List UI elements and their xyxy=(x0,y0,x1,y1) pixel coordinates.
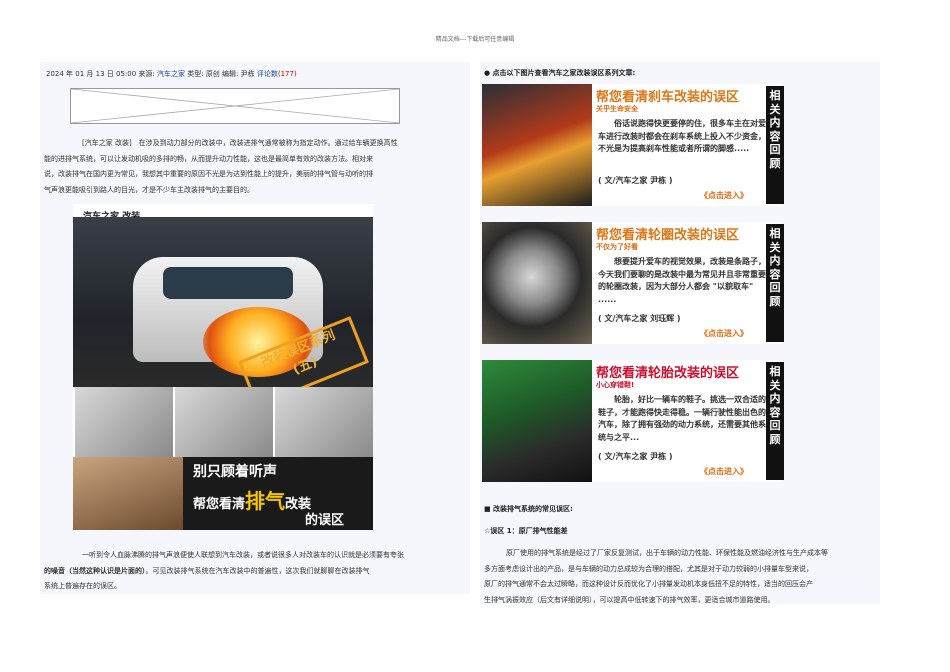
related-review-label-2: 相关内容回顾 xyxy=(766,224,784,342)
intro-line-4: 气声浪更能吸引到路人的目光，才是不少车主改装排气的主要目的。 xyxy=(44,185,254,194)
comments-link[interactable]: 评论数 xyxy=(257,70,278,78)
image-placeholder-icon xyxy=(70,88,400,124)
banner-caption-line-2: 帮您看清排气改装 xyxy=(193,489,312,513)
muffler-photo xyxy=(273,387,373,457)
related-review-label-3: 相关内容回顾 xyxy=(766,362,784,480)
banner-caption-line-3: 的误区 xyxy=(305,513,345,528)
related-review-label-1: 相关内容回顾 xyxy=(766,86,784,204)
publish-datetime: 2024 年 01 月 13 日 05:00 xyxy=(46,70,137,78)
intro-line-2: 能的进排气系统，可以让发动机吸的多排的畅，从而提升动力性能，这也是最简单有效的改… xyxy=(44,154,373,163)
series-card-tires[interactable]: 帮您看清轮胎改装的误区 小心穿错鞋! 轮胎，好比一辆车的鞋子。挑选一双合适的鞋子… xyxy=(482,360,782,482)
comment-count[interactable]: (177) xyxy=(278,70,297,78)
card-body: 想要提升爱车的视觉效果，改装是条路子，今天我们要聊的是改装中最为常见并且非常重要… xyxy=(598,257,766,304)
source-label: 来源: xyxy=(138,70,155,78)
header-pipe-photo xyxy=(73,387,173,457)
tire-thumbnail xyxy=(482,360,592,482)
card-enter-link[interactable]: 《点击进入》 xyxy=(700,328,748,339)
outro-line-2: 的噪音（当然这种认识是片面的）。可见改装排气系统在汽车改装中的普遍性，这次我们就… xyxy=(44,566,370,575)
section-title: ■ 改装排气系统的常见误区: xyxy=(484,505,573,513)
card-body: 俗话说跑得快更要停的住，很多车主在对爱车进行改装时都会在刹车系统上投入不少资金，… xyxy=(598,119,766,153)
intro-line-1: [汽车之家 改装] 在涉及到动力部分的改装中，改装进排气通常被称为指定动作。通过… xyxy=(82,139,398,147)
editor-name: 尹栋 xyxy=(240,70,255,78)
article-meta: 2024 年 01 月 13 日 05:00 来源: 汽车之家 类型: 原创 编… xyxy=(46,69,297,79)
brake-thumbnail xyxy=(482,84,592,206)
broken-image-placeholder xyxy=(70,88,400,124)
series-heading: ● 点击以下图片查看汽车之家改装误区系列文章: xyxy=(484,69,636,77)
article-right-column: ● 点击以下图片查看汽车之家改装误区系列文章: 帮您看清刹车改装的误区 关乎生命… xyxy=(480,62,880,604)
card-enter-link[interactable]: 《点击进入》 xyxy=(700,190,748,201)
outro-line-1: 一听到令人血脉沸腾的排气声浪便使人联想到汽车改装，或者说很多人对改装车的认识就是… xyxy=(82,551,404,559)
outro-line-3: 系统上普遍存在的误区。 xyxy=(44,582,121,590)
card-title: 帮您看清刹车改装的误区 xyxy=(596,90,740,105)
series-card-rims[interactable]: 帮您看清轮圈改装的误区 不仅为了好看 想要提升爱车的视觉效果，改装是条路子，今天… xyxy=(482,222,782,344)
race-car-photo: 改装误区系列 (五) xyxy=(73,217,373,408)
source-link[interactable]: 汽车之家 xyxy=(157,70,185,78)
type-value: 原创 xyxy=(205,70,220,78)
article-left-column: 2024 年 01 月 13 日 05:00 来源: 汽车之家 类型: 原创 编… xyxy=(40,62,470,594)
card-title: 帮您看清轮胎改装的误区 xyxy=(596,366,740,381)
card-subtitle: 不仅为了好看 xyxy=(596,243,638,251)
card-author: ( 文/汽车之家 尹栋 ) xyxy=(598,176,673,185)
card-subtitle: 小心穿错鞋! xyxy=(596,381,635,389)
page-header-note: 精品文档---下载后可任意编辑 xyxy=(435,36,515,43)
card-subtitle: 关乎生命安全 xyxy=(596,105,638,113)
card-enter-link[interactable]: 《点击进入》 xyxy=(700,466,748,477)
exhaust-article-banner: 汽车之家 改装 改装误区系列 (五) 别只顾着听声 帮您看清排气改装 的误区 xyxy=(73,204,373,530)
card-author: ( 文/汽车之家 尹栋 ) xyxy=(598,452,673,461)
exhaust-parts-photos xyxy=(73,387,373,457)
type-label: 类型: xyxy=(187,70,204,78)
rim-thumbnail xyxy=(482,222,592,344)
misconception-title: ☆误区 1：原厂排气性能差 xyxy=(484,527,568,535)
exhaust-tip-photo xyxy=(173,387,273,457)
banner-caption-line-1: 别只顾着听声 xyxy=(193,464,277,480)
misconception-para-line-2: 多方面考虑设计出的产品，是与车辆的动力总成较为合理的搭配，尤其是对于动力较弱的小… xyxy=(484,564,813,573)
intro-line-3: 说，改装排气在国内更为常见，我想其中重要的原因不光是为达到性能上的提升，美丽的排… xyxy=(44,170,373,178)
series-card-brakes[interactable]: 帮您看清刹车改装的误区 关乎生命安全 俗话说跑得快更要停的住，很多车主在对爱车进… xyxy=(482,84,782,206)
card-author: ( 文/汽车之家 刘珏辉 ) xyxy=(598,314,681,323)
misconception-para-line-1: 原厂使用的排气系统是经过了厂家反复测试，出于车辆的动力性能、环保性能及燃油经济性… xyxy=(506,549,828,557)
misconception-para-line-3: 原厂的排气通常不会太过瞬略，而这种设计反而优化了小排量发动机本身低扭不足的特性，… xyxy=(484,580,813,588)
misconception-para-line-4: 生排气涡振效应（后文有详细说明），可以提高中低转速下的排气效率，更适合城市道路使… xyxy=(484,595,775,604)
banner-caption-area: 别只顾着听声 帮您看清排气改装 的误区 xyxy=(73,457,373,530)
saluting-man-photo xyxy=(73,457,183,530)
card-title: 帮您看清轮圈改装的误区 xyxy=(596,228,740,243)
card-body: 轮胎，好比一辆车的鞋子。挑选一双合适的鞋子，才能跑得快走得稳。一辆行驶性能出色的… xyxy=(598,395,766,442)
editor-label: 编辑: xyxy=(222,70,239,78)
